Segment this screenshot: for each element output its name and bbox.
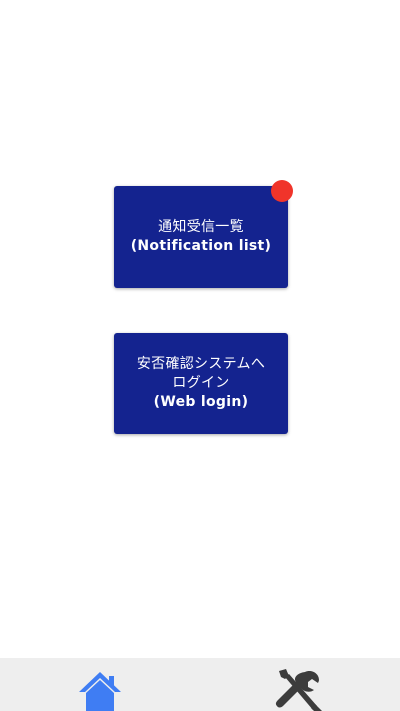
nav-home-tab[interactable] [75, 668, 125, 711]
web-login-label-ja-2: ログイン [172, 375, 230, 391]
web-login-label-ja-1: 安否確認システムへ [136, 356, 266, 372]
notification-list-label-en: (Notification list) [130, 238, 272, 254]
bottom-navigation-bar [0, 658, 400, 711]
notification-list-button[interactable]: 通知受信一覧 (Notification list) [114, 186, 288, 288]
home-icon [79, 672, 121, 711]
notification-list-label-ja: 通知受信一覧 [158, 219, 244, 235]
notification-badge [271, 180, 293, 202]
tools-icon [275, 669, 322, 711]
web-login-button[interactable]: 安否確認システムへ ログイン (Web login) [114, 333, 288, 434]
web-login-label-en: (Web login) [153, 394, 249, 410]
app-screen: 通知受信一覧 (Notification list) 安否確認システムへ ログイ… [0, 0, 400, 711]
nav-settings-tab[interactable] [274, 668, 324, 711]
